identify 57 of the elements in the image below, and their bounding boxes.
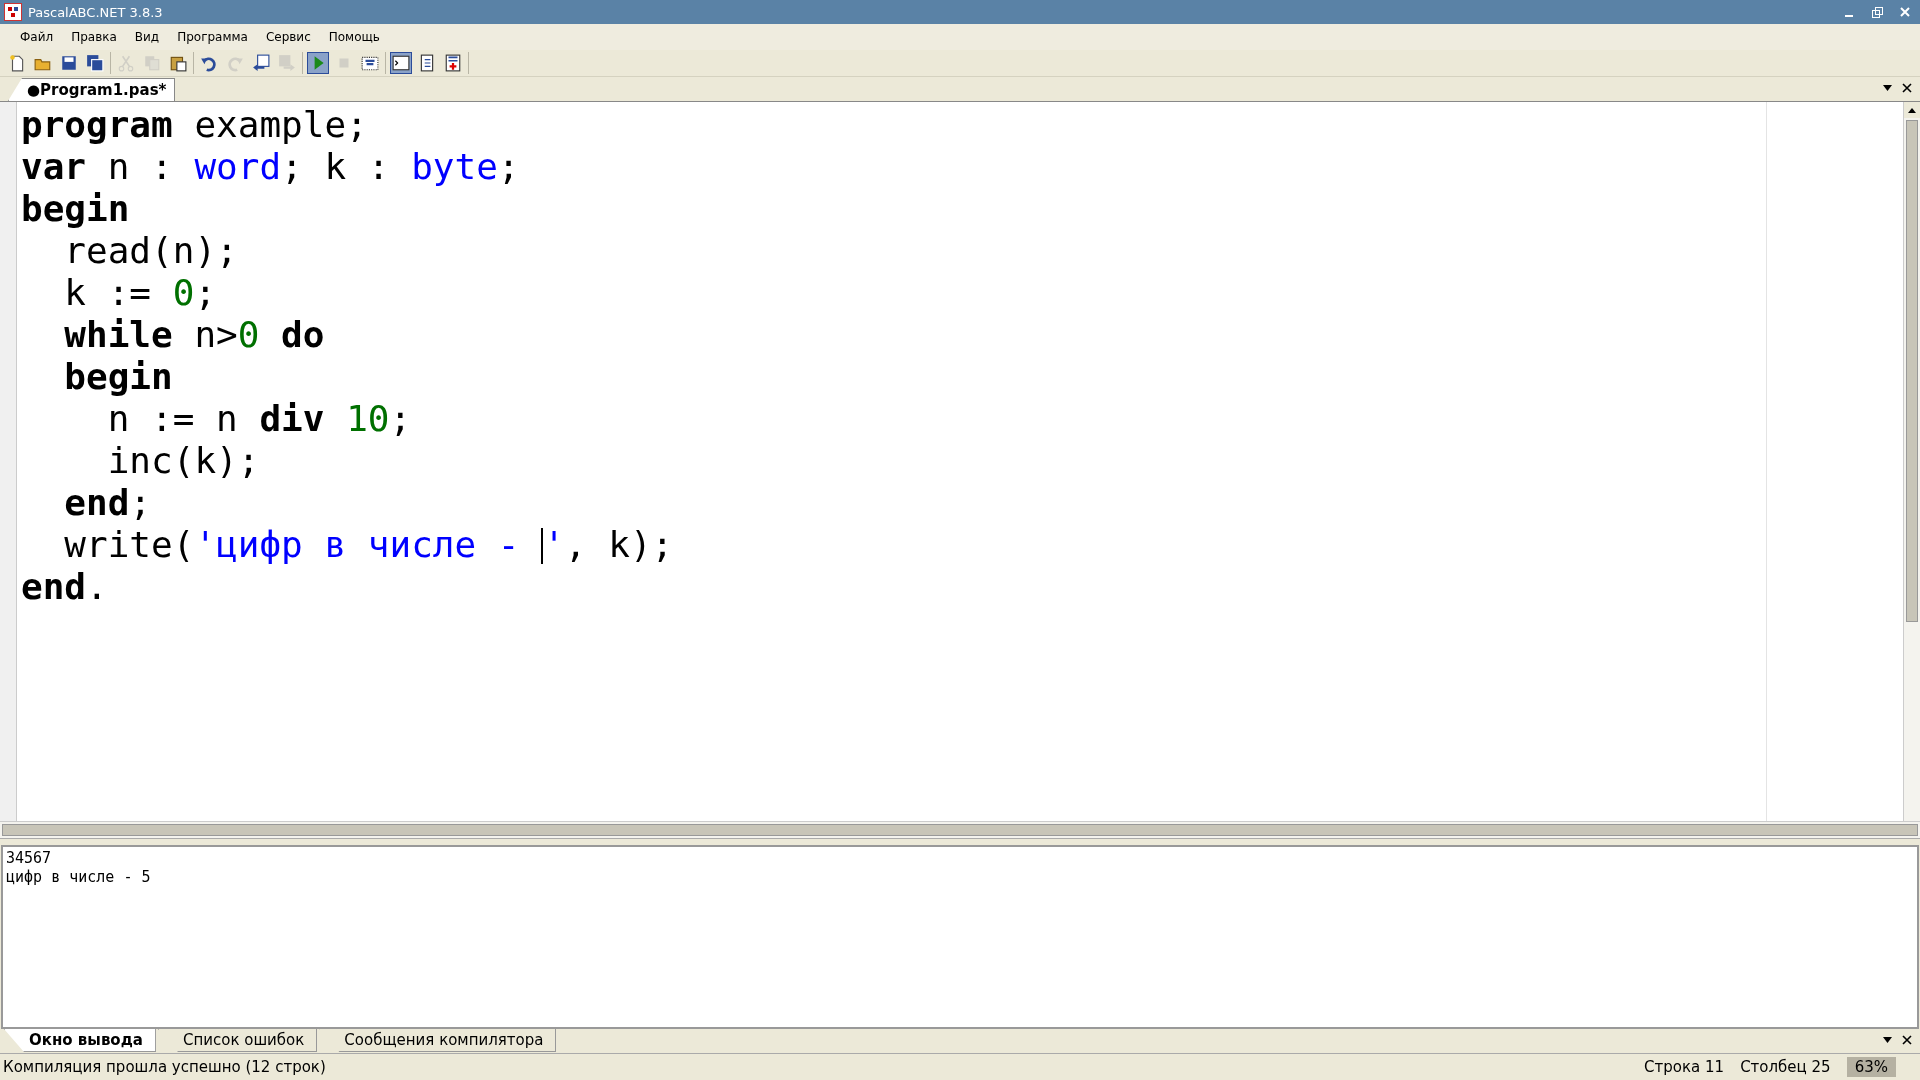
paste-icon xyxy=(169,54,187,72)
code-line: read(n); xyxy=(63,230,239,272)
console-icon xyxy=(392,54,410,72)
window-title: PascalABC.NET 3.8.3 xyxy=(28,4,163,20)
horizontal-scrollbar[interactable] xyxy=(0,821,1920,838)
undo-icon xyxy=(200,54,218,72)
menu-item[interactable]: Вид xyxy=(126,27,168,47)
file-tab[interactable]: ●Program1.pas* xyxy=(8,78,176,101)
menu-item[interactable]: Программа xyxy=(169,27,256,47)
menu-item[interactable]: Сервис xyxy=(257,27,319,47)
panel-tab[interactable]: Список ошибок xyxy=(157,1029,318,1052)
close-panel-button[interactable] xyxy=(1900,1033,1914,1047)
code-line: begin xyxy=(63,356,174,398)
menu-item[interactable]: Помощь xyxy=(320,27,388,47)
cursor-line: Строка 11 xyxy=(1644,1058,1725,1076)
close-icon xyxy=(1902,1035,1912,1045)
close-tab-button[interactable] xyxy=(1900,81,1914,95)
code-line: end. xyxy=(21,566,109,608)
panel-tab[interactable]: Окно вывода xyxy=(4,1029,156,1052)
minimize-icon xyxy=(1845,15,1853,17)
status-message: Компиляция прошла успешно (12 строк) xyxy=(3,1058,326,1076)
code-line: write('цифр в числе - ', k); xyxy=(63,524,675,566)
panel-tab[interactable]: Сообщения компилятора xyxy=(319,1029,557,1052)
menu-item[interactable]: Правка xyxy=(63,27,125,47)
code-line: begin xyxy=(21,188,131,230)
restore-icon xyxy=(1871,6,1883,18)
toolbar-button[interactable] xyxy=(390,52,412,74)
list-icon xyxy=(418,54,436,72)
code-line: end; xyxy=(63,482,153,524)
code-line: var n : word; k : byte; xyxy=(21,146,521,188)
output-line: цифр в числе - 5 xyxy=(6,868,152,887)
text-cursor xyxy=(541,528,544,564)
vertical-scrollbar[interactable] xyxy=(1903,102,1920,821)
redo-icon xyxy=(226,54,244,72)
code-line: program example; xyxy=(21,104,369,146)
zoom-level: 63% xyxy=(1846,1057,1896,1077)
menu-item[interactable]: Файл xyxy=(12,27,62,47)
app-logo-icon xyxy=(4,3,22,21)
code-line: k := 0; xyxy=(63,272,218,314)
scroll-up-button[interactable] xyxy=(1904,102,1920,118)
cursor-column: Столбец 25 xyxy=(1740,1058,1831,1076)
copy-icon xyxy=(143,54,161,72)
save-icon xyxy=(60,54,78,72)
toolbar-button[interactable] xyxy=(84,52,106,74)
cut-icon xyxy=(117,54,135,72)
abc-icon xyxy=(444,54,462,72)
up-arrow-icon xyxy=(1908,107,1916,113)
close-icon xyxy=(1900,7,1910,17)
output-line: 34567 xyxy=(6,849,53,868)
new-icon xyxy=(8,54,26,72)
close-icon xyxy=(1902,83,1912,93)
code-line: while n>0 do xyxy=(63,314,326,356)
caret-icon xyxy=(1882,1037,1892,1043)
caret-icon xyxy=(1882,85,1892,91)
code-line: n := n div 10; xyxy=(106,398,413,440)
saveall-icon xyxy=(86,54,104,72)
code-line: inc(k); xyxy=(106,440,261,482)
